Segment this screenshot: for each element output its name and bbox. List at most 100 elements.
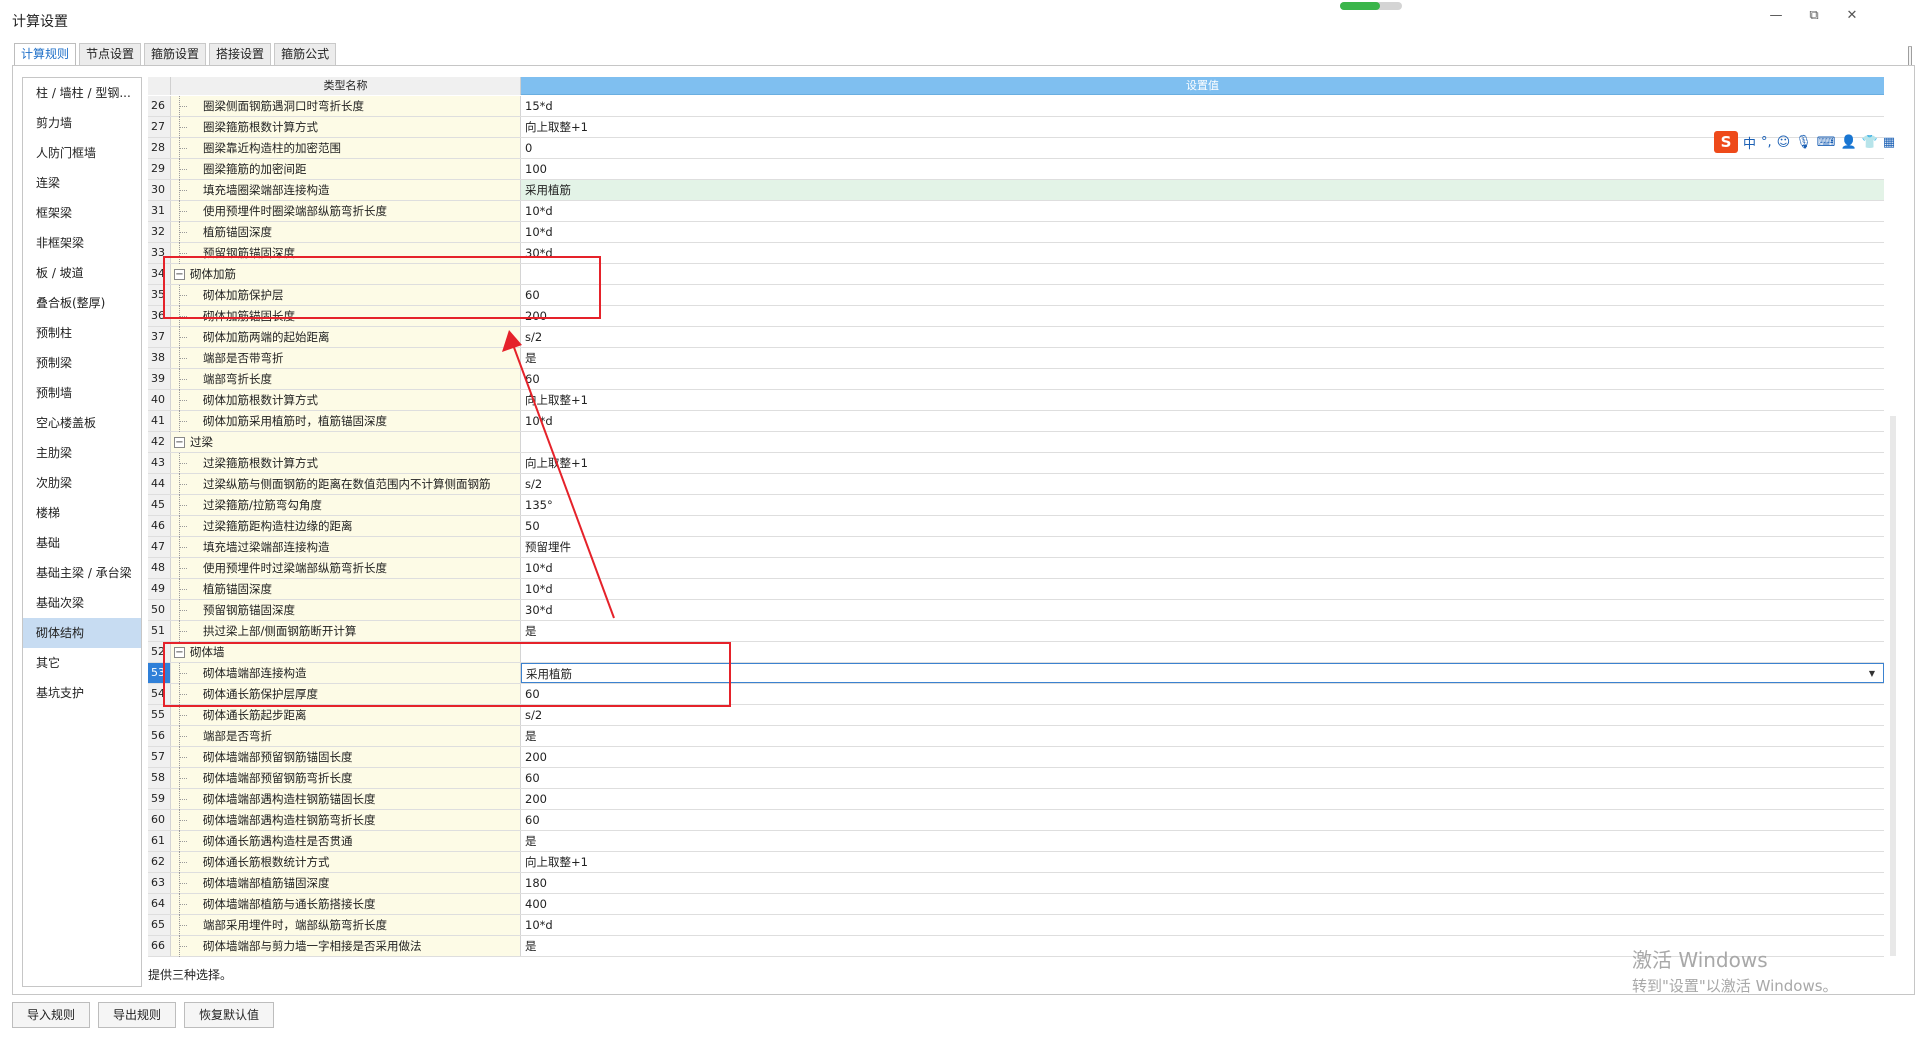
row-setting-value[interactable]: 60 [521,285,1884,305]
row-setting-value[interactable]: 预留埋件 [521,537,1884,557]
header-setting-value[interactable]: 设置值 [521,77,1884,95]
header-type-name[interactable]: 类型名称 [171,77,521,95]
row-setting-value[interactable]: 15*d [521,96,1884,116]
sidebar-item-16[interactable]: 基础主梁 / 承台梁 [23,558,141,588]
row-setting-value[interactable]: 采用植筋 [521,180,1884,200]
table-row[interactable]: 48 使用预埋件时过梁端部纵筋弯折长度 10*d [148,558,1884,579]
table-row[interactable]: 44 过梁纵筋与侧面钢筋的距离在数值范围内不计算侧面钢筋 s/2 [148,474,1884,495]
sidebar-item-2[interactable]: 人防门框墙 [23,138,141,168]
table-row[interactable]: 39 端部弯折长度 60 [148,369,1884,390]
row-setting-value[interactable]: 向上取整+1 [521,852,1884,872]
table-row[interactable]: 30 填充墙圈梁端部连接构造 采用植筋 [148,180,1884,201]
sidebar-item-12[interactable]: 主肋梁 [23,438,141,468]
sogou-logo-icon[interactable]: S [1714,131,1738,153]
row-setting-value[interactable]: 是 [521,831,1884,851]
mic-icon[interactable]: 🎙 [1795,135,1812,150]
row-setting-value[interactable] [521,264,1884,284]
row-setting-value[interactable]: 100 [521,159,1884,179]
sidebar-item-11[interactable]: 空心楼盖板 [23,408,141,438]
table-row[interactable]: 29 圈梁箍筋的加密间距 100 [148,159,1884,180]
table-row[interactable]: 32 植筋锚固深度 10*d [148,222,1884,243]
table-row[interactable]: 38 端部是否带弯折是 [148,348,1884,369]
sidebar-item-8[interactable]: 预制柱 [23,318,141,348]
sidebar-item-3[interactable]: 连梁 [23,168,141,198]
restore-defaults-button[interactable]: 恢复默认值 [184,1002,275,1028]
row-setting-value[interactable]: 10*d [521,222,1884,242]
export-rules-button[interactable]: 导出规则 [98,1002,177,1028]
table-row[interactable]: 62 砌体通长筋根数统计方式 向上取整+1 [148,852,1884,873]
row-setting-value[interactable]: 60 [521,768,1884,788]
row-setting-value[interactable]: 30*d [521,600,1884,620]
row-setting-value[interactable]: 10*d [521,915,1884,935]
row-setting-value[interactable]: 10*d [521,201,1884,221]
row-setting-value[interactable]: 60 [521,810,1884,830]
sidebar-item-5[interactable]: 非框架梁 [23,228,141,258]
table-row[interactable]: 59 砌体墙端部遇构造柱钢筋锚固长度 200 [148,789,1884,810]
close-button[interactable]: ✕ [1844,8,1860,23]
row-setting-value[interactable]: s/2 [521,705,1884,725]
table-row[interactable]: 51 拱过梁上部/侧面钢筋断开计算是 [148,621,1884,642]
group-row[interactable]: 42 过梁 − [148,432,1884,453]
sidebar-item-6[interactable]: 板 / 坡道 [23,258,141,288]
table-row[interactable]: 64 砌体墙端部植筋与通长筋搭接长度 400 [148,894,1884,915]
table-row[interactable]: 49 植筋锚固深度 10*d [148,579,1884,600]
row-setting-value[interactable]: 10*d [521,558,1884,578]
tab-2[interactable]: 箍筋设置 [144,43,207,65]
restore-button[interactable]: ⧉ [1806,8,1822,23]
sidebar-item-9[interactable]: 预制梁 [23,348,141,378]
grid-icon[interactable]: ▦ [1883,135,1895,150]
sidebar-item-1[interactable]: 剪力墙 [23,108,141,138]
table-row[interactable]: 28 圈梁靠近构造柱的加密范围 0 [148,138,1884,159]
sidebar-item-19[interactable]: 其它 [23,648,141,678]
row-setting-value[interactable]: 50 [521,516,1884,536]
keyboard-icon[interactable]: ⌨ [1817,135,1836,150]
sidebar-item-13[interactable]: 次肋梁 [23,468,141,498]
row-setting-value[interactable]: 60 [521,369,1884,389]
sidebar-item-14[interactable]: 楼梯 [23,498,141,528]
table-row[interactable]: 31 使用预埋件时圈梁端部纵筋弯折长度 10*d [148,201,1884,222]
sidebar-item-0[interactable]: 柱 / 墙柱 / 型钢... [23,78,141,108]
sidebar-item-7[interactable]: 叠合板(整厚) [23,288,141,318]
table-row[interactable]: 60 砌体墙端部遇构造柱钢筋弯折长度 60 [148,810,1884,831]
import-rules-button[interactable]: 导入规则 [12,1002,91,1028]
row-setting-value[interactable]: 30*d [521,243,1884,263]
row-setting-value[interactable]: 10*d [521,411,1884,431]
collapse-toggle-icon[interactable]: − [174,437,185,448]
row-setting-value[interactable]: 向上取整+1 [521,390,1884,410]
table-row[interactable]: 41 砌体加筋采用植筋时，植筋锚固深度 10*d [148,411,1884,432]
table-row[interactable]: 58 砌体墙端部预留钢筋弯折长度 60 [148,768,1884,789]
table-row[interactable]: 27 圈梁箍筋根数计算方式 向上取整+1 [148,117,1884,138]
row-setting-value[interactable]: 200 [521,789,1884,809]
row-setting-value[interactable]: 200 [521,747,1884,767]
tab-3[interactable]: 搭接设置 [209,43,272,65]
row-setting-value[interactable]: 10*d [521,579,1884,599]
table-row[interactable]: 37 砌体加筋两端的起始距离 s/2 [148,327,1884,348]
ime-punctuation[interactable]: °, [1761,135,1772,150]
row-setting-value[interactable]: 400 [521,894,1884,914]
row-setting-value[interactable]: 向上取整+1 [521,117,1884,137]
shirt-icon[interactable]: 👕 [1862,135,1878,150]
table-row[interactable]: 45 过梁箍筋/拉筋弯勾角度 135° [148,495,1884,516]
table-row[interactable]: 43 过梁箍筋根数计算方式 向上取整+1 [148,453,1884,474]
sidebar-item-18[interactable]: 砌体结构 [23,618,141,648]
table-row[interactable]: 26 圈梁侧面钢筋遇洞口时弯折长度 15*d [148,96,1884,117]
minimize-button[interactable]: — [1768,8,1784,23]
sidebar-item-15[interactable]: 基础 [23,528,141,558]
row-setting-value[interactable]: 180 [521,873,1884,893]
row-setting-value[interactable]: 是 [521,621,1884,641]
row-setting-value[interactable]: s/2 [521,327,1884,347]
table-row[interactable]: 66 砌体墙端部与剪力墙一字相接是否采用做法是 [148,936,1884,957]
tab-1[interactable]: 节点设置 [79,43,142,65]
table-row[interactable]: 63 砌体墙端部植筋锚固深度 180 [148,873,1884,894]
row-setting-value[interactable]: 200 [521,306,1884,326]
ime-mode[interactable]: 中 [1743,133,1756,152]
table-row[interactable]: 46 过梁箍筋距构造柱边缘的距离 50 [148,516,1884,537]
row-setting-value[interactable]: 向上取整+1 [521,453,1884,473]
table-row[interactable]: 50 预留钢筋锚固深度 30*d [148,600,1884,621]
dropdown-arrow-icon[interactable]: ▼ [1869,664,1875,682]
row-setting-value[interactable] [521,432,1884,452]
table-row[interactable]: 65 端部采用埋件时，端部纵筋弯折长度 10*d [148,915,1884,936]
row-setting-value[interactable]: 135° [521,495,1884,515]
tab-0[interactable]: 计算规则 [14,43,77,66]
vertical-scrollbar[interactable] [1890,416,1896,956]
